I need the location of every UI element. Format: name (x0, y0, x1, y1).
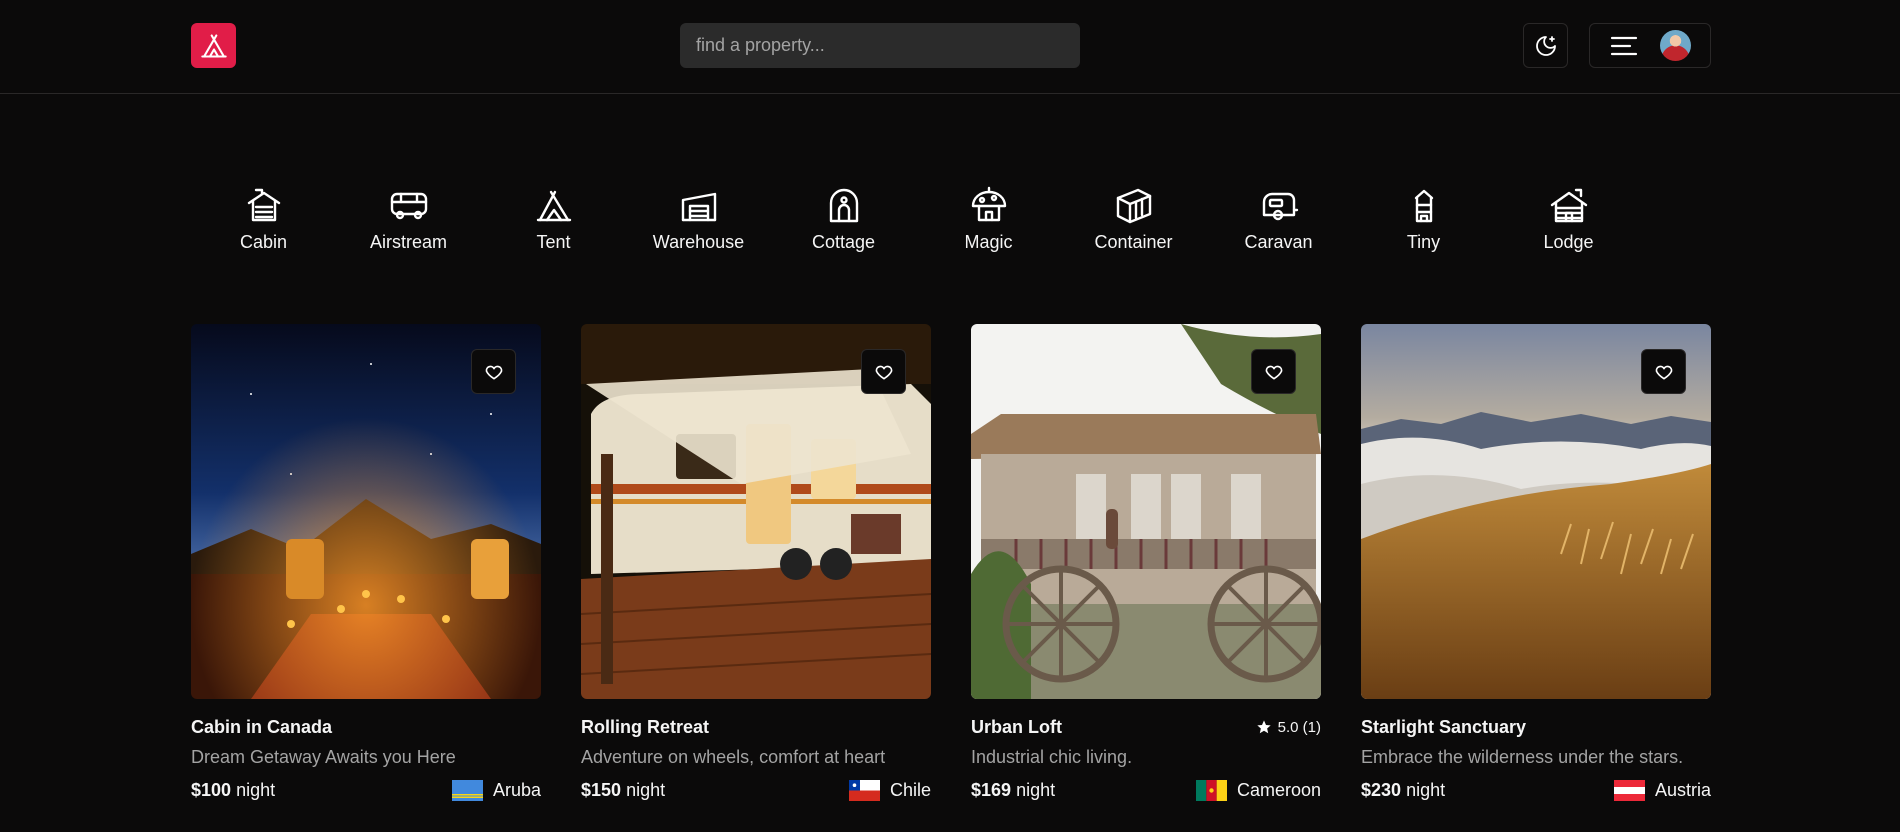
price-unit: night (626, 780, 666, 800)
category-label: Cabin (239, 232, 288, 252)
listing-country: Cameroon (1195, 780, 1321, 801)
listing-title: Urban Loft (971, 716, 1062, 737)
category-magic[interactable]: Magic (916, 186, 1061, 253)
listing-title: Cabin in Canada (191, 716, 333, 737)
heart-icon (485, 365, 502, 379)
favorite-button[interactable] (861, 349, 906, 394)
category-container[interactable]: Container (1061, 186, 1206, 253)
price-unit: night (1406, 780, 1446, 800)
avatar (1659, 30, 1691, 61)
flag-chile-icon (848, 780, 880, 801)
lodge-icon (1550, 188, 1587, 223)
top-navbar (0, 0, 1900, 94)
category-tiny[interactable]: Tiny (1351, 186, 1496, 253)
heart-icon (1655, 365, 1672, 379)
tent-icon (536, 190, 571, 222)
favorite-button[interactable] (471, 349, 516, 394)
favorite-button[interactable] (1251, 349, 1296, 394)
listing-card[interactable]: Urban Loft 5.0 (1) Industrial chic livin… (971, 324, 1321, 801)
rating: 5.0 (1) (1256, 719, 1321, 736)
tiny-icon (1414, 189, 1433, 223)
flag-cameroon-icon (1195, 780, 1227, 801)
rating-value: 5.0 (1) (1277, 718, 1321, 736)
price-amount: $150 (581, 780, 622, 800)
category-label: Lodge (1543, 232, 1594, 252)
listing-card[interactable]: Rolling Retreat Adventure on wheels, com… (581, 324, 931, 801)
star-icon (1256, 720, 1271, 734)
flag-aruba-icon (451, 780, 483, 801)
listing-photo[interactable] (1361, 324, 1711, 699)
category-airstream[interactable]: Airstream (336, 186, 481, 253)
listing-photo[interactable] (191, 324, 541, 699)
user-menu-button[interactable] (1589, 23, 1711, 68)
category-label: Container (1094, 232, 1173, 252)
listing-card[interactable]: Starlight Sanctuary Embrace the wilderne… (1361, 324, 1711, 801)
listing-tagline: Dream Getaway Awaits you Here (191, 747, 456, 767)
listing-tagline: Embrace the wilderness under the stars. (1361, 747, 1684, 767)
country-name: Aruba (492, 780, 541, 800)
listing-title: Rolling Retreat (581, 716, 710, 737)
heart-icon (875, 365, 892, 379)
listing-card[interactable]: Cabin in Canada Dream Getaway Awaits you… (191, 324, 541, 801)
warehouse-icon (681, 192, 716, 222)
menu-icon (1610, 36, 1637, 55)
listing-price: $169 night (971, 780, 1055, 801)
price-amount: $169 (971, 780, 1012, 800)
search-input[interactable] (680, 23, 1080, 68)
listing-country: Chile (848, 780, 931, 801)
cabin-icon (247, 188, 280, 222)
home-logo-button[interactable] (191, 23, 236, 68)
listing-country: Austria (1613, 780, 1711, 801)
country-name: Chile (889, 780, 931, 800)
magic-icon (971, 186, 1006, 222)
listing-title: Starlight Sanctuary (1361, 716, 1527, 737)
listing-photo[interactable] (971, 324, 1321, 699)
category-tent[interactable]: Tent (481, 186, 626, 253)
listing-price: $150 night (581, 780, 665, 801)
listing-country: Aruba (451, 780, 541, 801)
category-label: Warehouse (652, 232, 745, 252)
flag-austria-icon (1613, 780, 1645, 801)
airstream-icon (390, 192, 427, 220)
category-label: Airstream (369, 232, 447, 252)
category-label: Magic (964, 232, 1013, 252)
heart-icon (1265, 365, 1282, 379)
theme-toggle-button[interactable] (1523, 23, 1568, 68)
listing-tagline: Adventure on wheels, comfort at heart (581, 747, 886, 767)
category-cabin[interactable]: Cabin (191, 186, 336, 253)
container-icon (1116, 188, 1151, 224)
category-bar: Cabin Airstream Tent Warehouse Cottage M… (191, 186, 1641, 253)
category-caravan[interactable]: Caravan (1206, 186, 1351, 253)
listing-price: $100 night (191, 780, 275, 801)
tent-icon (200, 33, 227, 58)
price-unit: night (236, 780, 276, 800)
price-unit: night (1016, 780, 1056, 800)
category-cottage[interactable]: Cottage (771, 186, 916, 253)
category-label: Tiny (1406, 232, 1441, 252)
listing-grid: Cabin in Canada Dream Getaway Awaits you… (191, 324, 1711, 801)
favorite-button[interactable] (1641, 349, 1686, 394)
caravan-icon (1262, 192, 1298, 221)
price-amount: $100 (191, 780, 232, 800)
listing-photo[interactable] (581, 324, 931, 699)
category-label: Cottage (811, 232, 876, 252)
category-warehouse[interactable]: Warehouse (626, 186, 771, 253)
category-lodge[interactable]: Lodge (1496, 186, 1641, 253)
country-name: Austria (1654, 780, 1711, 800)
price-amount: $230 (1361, 780, 1402, 800)
category-label: Tent (536, 232, 571, 252)
cottage-icon (829, 188, 858, 223)
listing-price: $230 night (1361, 780, 1445, 801)
category-label: Caravan (1244, 232, 1313, 252)
moon-icon (1535, 35, 1556, 56)
country-name: Cameroon (1236, 780, 1321, 800)
listing-tagline: Industrial chic living. (971, 747, 1133, 767)
